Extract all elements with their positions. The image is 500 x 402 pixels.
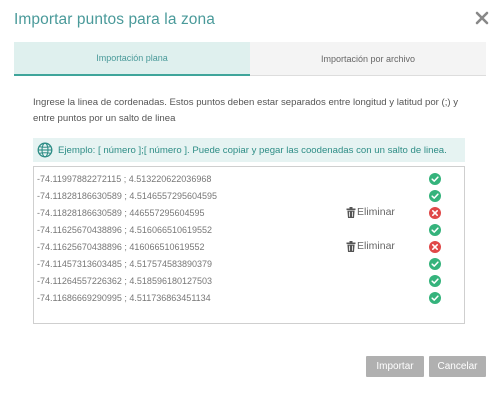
delete-button[interactable]: Eliminar — [346, 240, 395, 252]
invalid-x-icon — [429, 241, 441, 253]
tab-flat-import[interactable]: Importación plana — [14, 42, 250, 76]
valid-check-icon — [429, 190, 441, 202]
valid-check-icon — [429, 275, 441, 287]
trash-icon — [346, 206, 356, 218]
coordinate-text: -74.11625670438896 ; 416066510619552 — [37, 241, 205, 252]
coordinate-row: -74.11625670438896 ; 416066510619552 Eli… — [34, 238, 464, 255]
coordinate-row: -74.11997882272115 ; 4.513220622036968 — [34, 170, 464, 187]
coordinate-row: -74.11264557226362 ; 4.518596180127503 — [34, 272, 464, 289]
instructions-text: Ingrese la linea de cordenadas. Estos pu… — [33, 97, 459, 124]
dialog-title: Importar puntos para la zona — [14, 11, 215, 28]
delete-button[interactable]: Eliminar — [346, 206, 395, 218]
coordinate-row: -74.11686669290995 ; 4.511736863451134 — [34, 289, 464, 306]
tab-file-import[interactable]: Importación por archivo — [250, 42, 486, 76]
coordinate-row: -74.11828186630589 ; 446557295604595 Eli… — [34, 204, 464, 221]
delete-label: Eliminar — [357, 240, 395, 252]
example-banner: Ejemplo: [ número ];[ número ]. Puede co… — [33, 138, 465, 162]
coordinate-row: -74.11457313603485 ; 4.517574583890379 — [34, 255, 464, 272]
valid-check-icon — [429, 258, 441, 270]
coordinate-text: -74.11997882272115 ; 4.513220622036968 — [37, 173, 212, 184]
valid-check-icon — [429, 173, 441, 185]
invalid-x-icon — [429, 207, 441, 219]
close-icon — [475, 11, 489, 25]
coordinate-text: -74.11625670438896 ; 4.516066510619552 — [37, 224, 213, 235]
coordinate-text: -74.11457313603485 ; 4.517574583890379 — [37, 258, 213, 269]
close-button[interactable] — [473, 9, 491, 27]
delete-label: Eliminar — [357, 206, 395, 218]
coordinate-text: -74.11264557226362 ; 4.518596180127503 — [37, 275, 213, 286]
import-button[interactable]: Importar — [366, 356, 424, 377]
coordinate-text: -74.11686669290995 ; 4.511736863451134 — [37, 292, 211, 303]
valid-check-icon — [429, 292, 441, 304]
cancel-button[interactable]: Cancelar — [429, 356, 486, 377]
example-text: Ejemplo: [ número ];[ número ]. Puede co… — [58, 144, 447, 156]
valid-check-icon — [429, 224, 441, 236]
trash-icon — [346, 240, 356, 252]
coordinate-row: -74.11828186630589 ; 4.5146557295604595 — [34, 187, 464, 204]
coordinates-textarea[interactable]: -74.11997882272115 ; 4.513220622036968 -… — [33, 166, 465, 324]
globe-icon — [37, 142, 53, 158]
coordinate-text: -74.11828186630589 ; 446557295604595 — [37, 207, 205, 218]
import-points-dialog: Importar puntos para la zona Importación… — [0, 0, 500, 402]
coordinate-row: -74.11625670438896 ; 4.516066510619552 — [34, 221, 464, 238]
import-tabs: Importación plana Importación por archiv… — [14, 42, 486, 76]
coordinate-text: -74.11828186630589 ; 4.5146557295604595 — [37, 190, 218, 201]
